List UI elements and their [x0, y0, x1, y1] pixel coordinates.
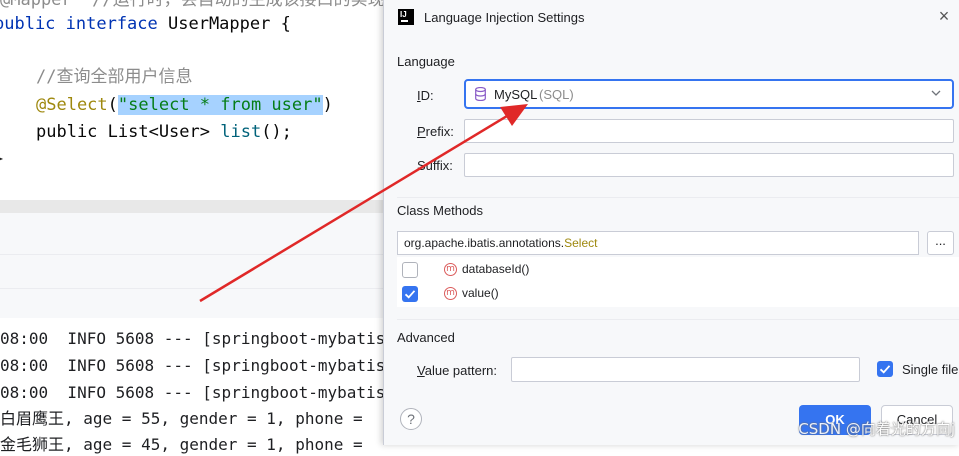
language-id-dropdown[interactable]: MySQL (SQL) — [464, 79, 954, 109]
method-name-databaseid: databaseId() — [462, 262, 530, 276]
interface-name: UserMapper { — [157, 14, 291, 34]
method-suffix: (); — [261, 122, 292, 142]
database-icon — [475, 87, 486, 101]
log-line: 白眉鹰王, age = 55, gender = 1, phone = — [0, 409, 373, 428]
prefix-input[interactable] — [464, 119, 954, 143]
id-label: ID: — [417, 88, 434, 103]
method-checkbox-databaseid[interactable] — [402, 262, 418, 278]
section-separator — [397, 197, 959, 198]
method-name: list — [220, 122, 262, 142]
single-file-checkbox[interactable] — [877, 361, 893, 377]
code-line-select-annotation[interactable]: @Select("select * from user") — [36, 95, 333, 115]
language-section-title: Language — [397, 54, 455, 69]
method-row-value[interactable]: m value() — [397, 282, 959, 306]
value-pattern-label: Value pattern: — [417, 363, 497, 378]
method-icon: m — [444, 287, 457, 300]
advanced-section-title: Advanced — [397, 330, 455, 345]
single-file-label: Single file — [902, 362, 959, 377]
language-selected-value: MySQL — [494, 87, 538, 102]
help-button[interactable]: ? — [400, 408, 422, 430]
browse-class-button[interactable]: ... — [927, 231, 954, 255]
divider-line — [0, 288, 390, 289]
checkmark-icon — [404, 290, 416, 299]
sql-string-selected[interactable]: "select * from user" — [117, 95, 323, 115]
log-line: 08:00 INFO 5608 --- [springboot-mybatis — [0, 329, 386, 348]
app-icon-text: IJ — [400, 10, 407, 19]
checkmark-icon — [879, 365, 891, 374]
log-line: 金毛狮王, age = 45, gender = 1, phone = — [0, 435, 373, 454]
intellij-app-icon: IJ — [398, 9, 414, 25]
suffix-label: Suffix: — [417, 158, 453, 173]
code-line-method: public List<User> list(); — [36, 122, 292, 142]
class-methods-section-title: Class Methods — [397, 203, 483, 218]
code-comment: //查询全部用户信息 — [36, 67, 193, 87]
paren-close: ) — [322, 95, 333, 115]
close-icon[interactable]: × — [934, 6, 954, 26]
chevron-down-icon — [931, 90, 941, 96]
language-dialect: (SQL) — [539, 87, 574, 102]
code-line-interface: public interface UserMapper { — [0, 14, 291, 34]
log-line: 08:00 INFO 5608 --- [springboot-mybatis — [0, 383, 386, 402]
method-icon: m — [444, 263, 457, 276]
suffix-input[interactable] — [464, 153, 954, 177]
dialog-title-bar[interactable]: IJ Language Injection Settings × — [384, 0, 959, 36]
dialog-title: Language Injection Settings — [424, 10, 585, 25]
interface-keyword: public interface — [0, 14, 158, 34]
class-name-input[interactable]: org.apache.ibatis.annotations.Select — [397, 231, 919, 255]
prefix-label: Prefix: — [417, 124, 454, 139]
section-separator — [397, 319, 959, 320]
language-injection-dialog: IJ Language Injection Settings × Languag… — [383, 0, 959, 445]
class-package: org.apache.ibatis.annotations. — [404, 236, 565, 250]
method-signature: public List<User> — [36, 122, 221, 142]
divider-line — [0, 254, 390, 255]
log-line: 08:00 INFO 5608 --- [springboot-mybatis — [0, 356, 386, 375]
closing-brace: } — [0, 149, 4, 169]
method-name-value: value() — [462, 286, 499, 300]
code-line-mapper-comment: @Mapper //运行时，会自动的生成该接口的实现类 — [0, 0, 402, 10]
method-checkbox-value[interactable] — [402, 286, 418, 302]
csdn-watermark: CSDN @向着光的方向j — [798, 420, 955, 438]
select-annotation: @Select — [36, 95, 108, 115]
paren-open: ( — [107, 95, 118, 115]
methods-list[interactable]: m databaseId() m value() — [397, 257, 959, 307]
class-annotation-name: Select — [564, 236, 598, 250]
value-pattern-input[interactable] — [511, 357, 860, 382]
method-row-databaseid[interactable]: m databaseId() — [397, 258, 959, 282]
